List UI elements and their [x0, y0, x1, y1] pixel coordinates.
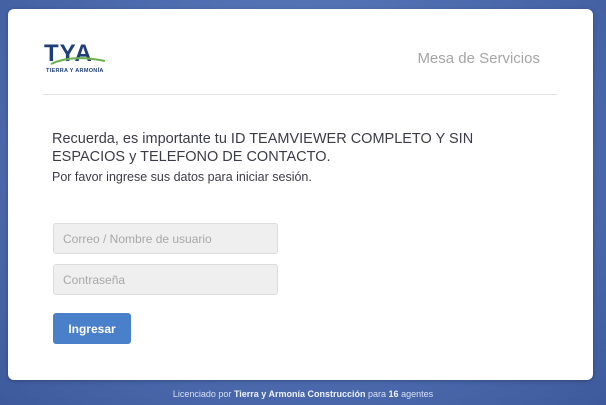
- logo-subtext: TIERRA Y ARMONÍA: [46, 68, 104, 74]
- license-footer: Licenciado por Tierra y Armonía Construc…: [0, 389, 606, 399]
- footer-company: Tierra y Armonía Construcción: [233, 389, 366, 399]
- footer-prefix: Licenciado por: [172, 389, 232, 399]
- logo-swoosh-icon: [50, 57, 106, 65]
- password-input[interactable]: [53, 264, 278, 295]
- teamviewer-notice: Recuerda, es importante tu ID TEAMVIEWER…: [52, 131, 474, 165]
- service-desk-title: Mesa de Servicios: [417, 50, 540, 67]
- login-button[interactable]: Ingresar: [53, 313, 131, 344]
- footer-agent-count: 16: [388, 389, 399, 399]
- company-logo: TYA TIERRA Y ARMONÍA: [44, 42, 110, 78]
- username-input[interactable]: [53, 223, 278, 254]
- footer-middle: para: [368, 389, 387, 399]
- footer-suffix: agentes: [401, 389, 434, 399]
- header: TYA TIERRA Y ARMONÍA Mesa de Servicios: [43, 9, 557, 95]
- login-instruction: Por favor ingrese sus datos para iniciar…: [52, 170, 312, 184]
- login-card: TYA TIERRA Y ARMONÍA Mesa de Servicios R…: [8, 9, 593, 380]
